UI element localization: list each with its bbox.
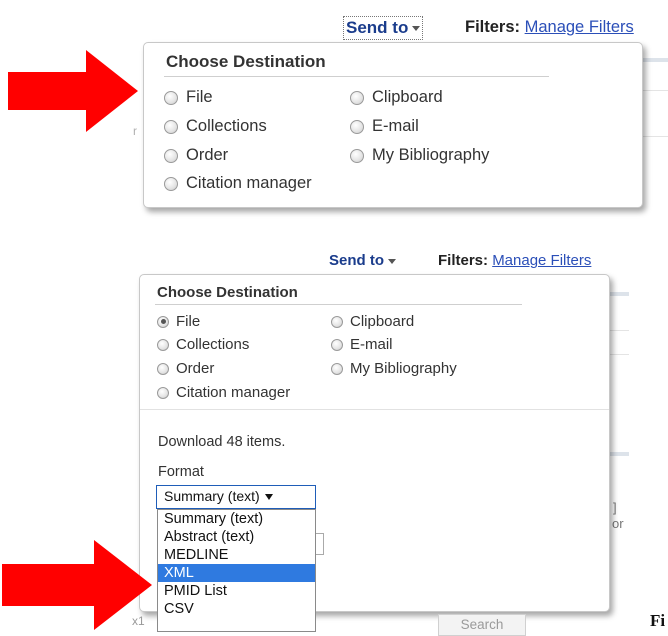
format-option[interactable]: Summary (text)	[158, 510, 315, 528]
radio-clipboard-2[interactable]	[331, 315, 343, 328]
destination-order[interactable]: Order	[164, 146, 228, 165]
dropdown-arrow-icon	[264, 494, 273, 500]
format-label: Format	[158, 464, 204, 480]
radio-order-2[interactable]	[157, 362, 169, 375]
chevron-down-icon	[412, 26, 421, 32]
chevron-down-icon	[388, 258, 396, 264]
destination-citation-manager[interactable]: Citation manager	[164, 174, 312, 193]
search-button[interactable]: Search	[438, 614, 526, 636]
radio-file-selected[interactable]	[157, 315, 169, 328]
destination-citation-manager-2[interactable]: Citation manager	[157, 384, 290, 401]
format-option[interactable]: CSV	[158, 600, 315, 618]
radio-citation-manager[interactable]	[164, 176, 178, 191]
background-fragment: or	[612, 516, 624, 531]
background-fragment: ]	[613, 500, 617, 515]
radio-email-2[interactable]	[331, 338, 343, 351]
destination-order-2[interactable]: Order	[157, 360, 214, 377]
radio-collections-2[interactable]	[157, 338, 169, 351]
background-line	[607, 292, 629, 296]
background-line	[640, 136, 668, 137]
panel-title-2: Choose Destination	[157, 284, 298, 301]
filters-label-2: Filters:	[438, 252, 489, 269]
send-to-button-2[interactable]: Send to	[329, 252, 396, 269]
format-options-list[interactable]: Summary (text) Abstract (text) MEDLINE X…	[157, 509, 316, 632]
destination-email[interactable]: E-mail	[350, 117, 419, 136]
destination-clipboard-2[interactable]: Clipboard	[331, 313, 414, 330]
radio-citation-manager-2[interactable]	[157, 386, 169, 399]
destination-file-2[interactable]: File	[157, 313, 200, 330]
panel-title: Choose Destination	[166, 52, 326, 71]
send-to-label: Send to	[346, 18, 409, 37]
send-to-button[interactable]: Send to	[343, 16, 424, 40]
format-select[interactable]: Summary (text)	[156, 485, 316, 509]
red-arrow-icon	[2, 540, 152, 630]
radio-collections[interactable]	[164, 119, 178, 134]
radio-file[interactable]	[164, 90, 178, 105]
radio-my-bibliography[interactable]	[350, 148, 364, 163]
format-option[interactable]: PMID List	[158, 582, 315, 600]
destination-file[interactable]: File	[164, 88, 213, 107]
radio-my-bibliography-2[interactable]	[331, 362, 343, 375]
red-arrow-icon	[8, 50, 138, 132]
choose-destination-panel: Choose Destination File Clipboard Collec…	[143, 42, 643, 208]
send-to-label-2: Send to	[329, 252, 384, 269]
format-option-xml-selected[interactable]: XML	[158, 564, 315, 582]
format-select-value: Summary (text)	[164, 488, 260, 504]
section-divider	[140, 409, 609, 410]
filters-toolbar: Filters: Manage Filters	[465, 18, 634, 37]
manage-filters-link[interactable]: Manage Filters	[525, 18, 634, 36]
background-line	[640, 90, 668, 91]
background-line	[640, 58, 668, 62]
destination-collections-2[interactable]: Collections	[157, 336, 249, 353]
background-line	[607, 354, 629, 355]
radio-email[interactable]	[350, 119, 364, 134]
format-option[interactable]: MEDLINE	[158, 546, 315, 564]
filters-toolbar-2: Filters: Manage Filters	[438, 252, 591, 269]
figure-label: Fi	[650, 611, 666, 630]
radio-order[interactable]	[164, 148, 178, 163]
format-option[interactable]: Abstract (text)	[158, 528, 315, 546]
divider	[164, 76, 549, 77]
radio-clipboard[interactable]	[350, 90, 364, 105]
download-count-text: Download 48 items.	[158, 434, 286, 450]
destination-my-bibliography-2[interactable]: My Bibliography	[331, 360, 457, 377]
destination-collections[interactable]: Collections	[164, 117, 267, 136]
background-line	[607, 452, 629, 456]
divider	[155, 304, 522, 305]
destination-email-2[interactable]: E-mail	[331, 336, 393, 353]
destination-clipboard[interactable]: Clipboard	[350, 88, 443, 107]
filters-label: Filters:	[465, 18, 521, 36]
destination-my-bibliography[interactable]: My Bibliography	[350, 146, 489, 165]
manage-filters-link-2[interactable]: Manage Filters	[492, 252, 591, 269]
background-line	[607, 330, 629, 331]
